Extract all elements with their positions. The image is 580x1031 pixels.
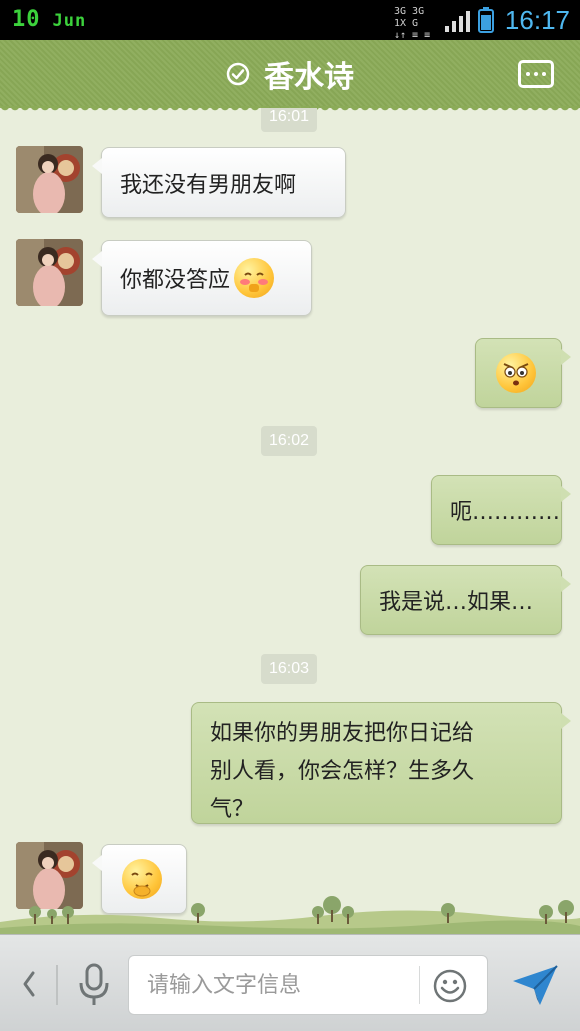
chat-header: 香水诗 [0, 40, 580, 114]
microphone-icon[interactable] [76, 963, 112, 1007]
contact-name[interactable]: 香水诗 [264, 52, 354, 96]
status-time: 16:17 [504, 5, 570, 35]
message-input[interactable] [147, 956, 417, 1014]
status-bar: 10 Jun 3G 3G 1X G ↓↑ ≡ ≡ 16:17 [0, 0, 580, 41]
send-paper-plane-icon[interactable] [510, 963, 560, 1007]
shy-blush-emoji-icon [234, 258, 275, 298]
divider [419, 966, 420, 1004]
status-date-month: Jun [52, 11, 87, 31]
smiley-icon[interactable] [433, 969, 467, 1003]
message-text-line: 气？ [210, 797, 255, 822]
check-circle-icon [226, 62, 250, 86]
background-scenery [0, 896, 580, 934]
message-bubble-outgoing[interactable]: 呃………… [431, 475, 571, 545]
more-options-icon [526, 72, 530, 76]
status-date-day: 10 [12, 7, 41, 32]
divider [56, 965, 58, 1005]
chevron-left-icon[interactable] [20, 969, 38, 999]
signal-icon [445, 11, 470, 32]
contact-avatar[interactable] [16, 239, 83, 306]
message-text: 我还没有男朋友啊 [120, 172, 297, 198]
message-list[interactable]: 16:01 我还没有男朋友啊 你都没答应 16:02 呃………… 我是说…如果…… [0, 108, 580, 934]
network-indicator: 3G 3G 1X G ↓↑ ≡ ≡ [394, 6, 440, 41]
timestamp: 16:03 [261, 654, 318, 684]
message-text-field[interactable] [128, 955, 488, 1015]
message-bubble-outgoing[interactable]: 如果你的男朋友把你日记给 别人看，你会怎样？生多久 气？ [191, 702, 571, 824]
status-date: 10 Jun [12, 4, 86, 36]
timestamp: 16:02 [261, 426, 318, 456]
message-input-bar [0, 934, 580, 1031]
network-line1: 3G 3G 1X G [394, 6, 425, 29]
contact-avatar[interactable] [16, 146, 83, 213]
message-text: 你都没答应 [120, 268, 231, 293]
message-text-line: 如果你的男朋友把你日记给 [210, 721, 475, 746]
battery-icon [478, 7, 494, 33]
message-text: 我是说…如果… [379, 590, 534, 615]
message-bubble-outgoing[interactable] [475, 338, 571, 408]
message-bubble-outgoing[interactable]: 我是说…如果… [360, 565, 571, 635]
message-text-line: 别人看，你会怎样？生多久 [210, 759, 475, 784]
angry-emoji-icon [496, 353, 536, 393]
message-text: 呃………… [450, 500, 561, 525]
message-bubble-incoming[interactable]: 你都没答应 [92, 240, 312, 316]
timestamp: 16:01 [261, 108, 318, 132]
message-bubble-incoming[interactable]: 我还没有男朋友啊 [92, 147, 346, 218]
more-options-button[interactable] [518, 60, 554, 88]
